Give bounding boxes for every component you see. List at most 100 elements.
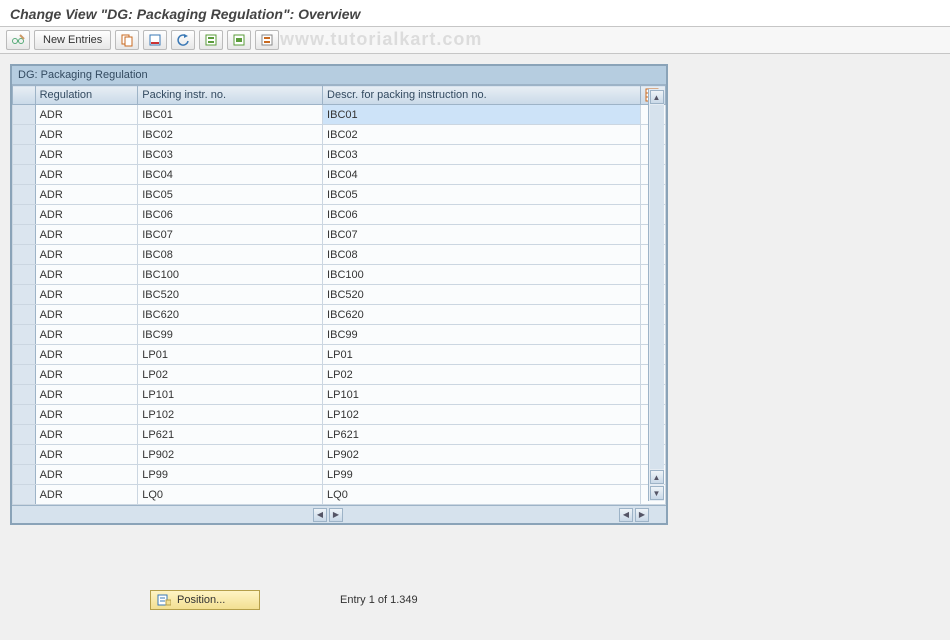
copy-as-button[interactable] [115,30,139,50]
table-row[interactable]: ADRLP02LP02 [13,365,666,385]
table-row[interactable]: ADRIBC99IBC99 [13,325,666,345]
position-button[interactable]: Position... [150,590,260,610]
table-row[interactable]: ADRIBC520IBC520 [13,285,666,305]
cell-descr[interactable]: LP01 [323,345,641,365]
row-selector[interactable] [13,345,36,365]
cell-regulation[interactable]: ADR [35,285,138,305]
row-selector[interactable] [13,365,36,385]
row-selector[interactable] [13,305,36,325]
row-selector[interactable] [13,185,36,205]
cell-regulation[interactable]: ADR [35,105,138,125]
table-row[interactable]: ADRIBC03IBC03 [13,145,666,165]
row-selector[interactable] [13,165,36,185]
scroll-up-step-button[interactable]: ▲ [650,470,664,484]
row-selector[interactable] [13,465,36,485]
table-row[interactable]: ADRLQ0LQ0 [13,485,666,505]
cell-regulation[interactable]: ADR [35,245,138,265]
cell-descr[interactable]: LP621 [323,425,641,445]
toggle-display-change-button[interactable] [6,30,30,50]
table-row[interactable]: ADRLP102LP102 [13,405,666,425]
cell-descr[interactable]: LP101 [323,385,641,405]
cell-descr[interactable]: IBC620 [323,305,641,325]
cell-descr[interactable]: IBC100 [323,265,641,285]
scroll-left-end-button[interactable]: ◀ [619,508,633,522]
row-selector[interactable] [13,285,36,305]
cell-descr[interactable]: IBC06 [323,205,641,225]
cell-descr[interactable]: IBC02 [323,125,641,145]
table-row[interactable]: ADRLP101LP101 [13,385,666,405]
col-header-packing-no[interactable]: Packing instr. no. [138,86,323,105]
cell-packing-no[interactable]: LP902 [138,445,323,465]
cell-packing-no[interactable]: IBC01 [138,105,323,125]
cell-regulation[interactable]: ADR [35,405,138,425]
table-row[interactable]: ADRIBC100IBC100 [13,265,666,285]
row-selector[interactable] [13,125,36,145]
cell-descr[interactable]: IBC05 [323,185,641,205]
row-selector[interactable] [13,145,36,165]
cell-descr[interactable]: IBC01 [323,105,641,125]
col-header-regulation[interactable]: Regulation [35,86,138,105]
cell-descr[interactable]: LP02 [323,365,641,385]
table-row[interactable]: ADRLP99LP99 [13,465,666,485]
undo-change-button[interactable] [171,30,195,50]
cell-packing-no[interactable]: IBC620 [138,305,323,325]
table-row[interactable]: ADRIBC08IBC08 [13,245,666,265]
row-selector[interactable] [13,405,36,425]
cell-regulation[interactable]: ADR [35,325,138,345]
cell-packing-no[interactable]: LP621 [138,425,323,445]
cell-packing-no[interactable]: LQ0 [138,485,323,505]
col-header-descr[interactable]: Descr. for packing instruction no. [323,86,641,105]
select-all-button[interactable] [199,30,223,50]
row-selector[interactable] [13,225,36,245]
row-selector[interactable] [13,445,36,465]
row-selector-header[interactable] [13,86,36,105]
table-row[interactable]: ADRIBC07IBC07 [13,225,666,245]
cell-regulation[interactable]: ADR [35,385,138,405]
cell-regulation[interactable]: ADR [35,305,138,325]
cell-packing-no[interactable]: LP99 [138,465,323,485]
cell-regulation[interactable]: ADR [35,445,138,465]
select-block-button[interactable] [227,30,251,50]
cell-packing-no[interactable]: IBC08 [138,245,323,265]
cell-packing-no[interactable]: IBC99 [138,325,323,345]
cell-regulation[interactable]: ADR [35,225,138,245]
cell-regulation[interactable]: ADR [35,205,138,225]
cell-regulation[interactable]: ADR [35,365,138,385]
scroll-right-button[interactable]: ▶ [329,508,343,522]
cell-regulation[interactable]: ADR [35,465,138,485]
cell-packing-no[interactable]: IBC520 [138,285,323,305]
cell-descr[interactable]: IBC520 [323,285,641,305]
table-row[interactable]: ADRLP01LP01 [13,345,666,365]
cell-packing-no[interactable]: LP01 [138,345,323,365]
row-selector[interactable] [13,385,36,405]
cell-descr[interactable]: LP102 [323,405,641,425]
row-selector[interactable] [13,265,36,285]
deselect-all-button[interactable] [255,30,279,50]
cell-packing-no[interactable]: IBC07 [138,225,323,245]
scroll-track[interactable] [650,105,664,469]
cell-regulation[interactable]: ADR [35,165,138,185]
vertical-scrollbar[interactable]: ▲ ▲ ▼ [648,89,664,501]
cell-packing-no[interactable]: IBC04 [138,165,323,185]
cell-descr[interactable]: LQ0 [323,485,641,505]
table-row[interactable]: ADRIBC02IBC02 [13,125,666,145]
row-selector[interactable] [13,485,36,505]
scroll-up-button[interactable]: ▲ [650,90,664,104]
cell-packing-no[interactable]: IBC05 [138,185,323,205]
row-selector[interactable] [13,245,36,265]
scroll-left-button[interactable]: ◀ [313,508,327,522]
cell-descr[interactable]: IBC07 [323,225,641,245]
new-entries-button[interactable]: New Entries [34,30,111,50]
scroll-right-end-button[interactable]: ▶ [635,508,649,522]
cell-regulation[interactable]: ADR [35,425,138,445]
cell-packing-no[interactable]: LP02 [138,365,323,385]
table-row[interactable]: ADRLP902LP902 [13,445,666,465]
row-selector[interactable] [13,325,36,345]
cell-packing-no[interactable]: IBC100 [138,265,323,285]
cell-regulation[interactable]: ADR [35,485,138,505]
row-selector[interactable] [13,425,36,445]
cell-packing-no[interactable]: LP101 [138,385,323,405]
row-selector[interactable] [13,205,36,225]
cell-packing-no[interactable]: IBC02 [138,125,323,145]
cell-packing-no[interactable]: LP102 [138,405,323,425]
